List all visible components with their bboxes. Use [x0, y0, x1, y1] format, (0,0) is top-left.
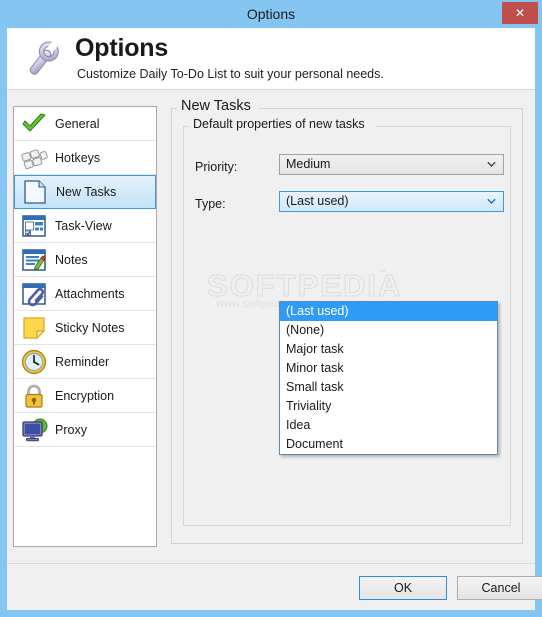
- sidebar-item-label: Task-View: [55, 219, 112, 233]
- dropdown-option[interactable]: Small task: [280, 378, 497, 397]
- dropdown-option[interactable]: Idea: [280, 416, 497, 435]
- padlock-icon: [25, 384, 43, 408]
- dropdown-option[interactable]: Minor task: [280, 359, 497, 378]
- priority-dropdown[interactable]: Medium: [279, 154, 504, 175]
- sidebar-item-notes[interactable]: Notes: [14, 243, 156, 277]
- cancel-button[interactable]: Cancel: [457, 576, 542, 600]
- chevron-down-icon: [487, 161, 496, 168]
- sidebar-item-proxy[interactable]: Proxy: [14, 413, 156, 447]
- type-selected-value: (Last used): [286, 194, 349, 208]
- sidebar-item-label: Reminder: [55, 355, 110, 369]
- sidebar-item-label: General: [55, 117, 100, 131]
- subgroup-border-segment-right: [375, 126, 511, 127]
- dropdown-option[interactable]: Triviality: [280, 397, 497, 416]
- sidebar-item-task-view[interactable]: Task-View: [14, 209, 156, 243]
- options-dialog-window: Options ✕ Options Customize Daily To-Do …: [0, 0, 542, 617]
- dialog-body: General Hotkeys New Tasks Task-View Note…: [7, 90, 535, 563]
- sidebar-item-sticky-notes[interactable]: Sticky Notes: [14, 311, 156, 345]
- type-dropdown[interactable]: (Last used): [279, 191, 504, 212]
- dropdown-option[interactable]: (Last used): [280, 302, 497, 321]
- ok-button[interactable]: OK: [359, 576, 447, 600]
- notes-pencil-icon: [22, 249, 47, 271]
- type-dropdown-list[interactable]: (Last used) (None) Major task Minor task…: [279, 301, 498, 455]
- sidebar-item-attachments[interactable]: Attachments: [14, 277, 156, 311]
- document-page-icon: [24, 180, 46, 204]
- default-properties-group-title: Default properties of new tasks: [189, 117, 369, 131]
- sidebar-item-label: Encryption: [55, 389, 115, 403]
- clock-icon: [21, 349, 47, 375]
- dropdown-option[interactable]: Document: [280, 435, 497, 454]
- sidebar-item-encryption[interactable]: Encryption: [14, 379, 156, 413]
- dialog-footer: OK Cancel: [7, 563, 542, 610]
- page-title: Options: [75, 34, 169, 62]
- wrench-icon: [29, 40, 59, 75]
- sidebar-item-general[interactable]: General: [14, 107, 156, 141]
- keyboard-keys-icon: [21, 149, 48, 170]
- monitor-icon: [22, 418, 48, 442]
- task-list-icon: [22, 215, 46, 237]
- sidebar-item-label: New Tasks: [56, 185, 117, 199]
- type-label: Type:: [195, 197, 226, 211]
- chevron-down-icon: [487, 198, 496, 205]
- priority-selected-value: Medium: [286, 157, 331, 171]
- sidebar-item-label: Proxy: [55, 423, 87, 437]
- paperclip-icon: [22, 283, 46, 307]
- priority-label: Priority:: [195, 160, 238, 174]
- group-border-segment-right: [259, 108, 523, 109]
- sidebar-item-label: Attachments: [55, 287, 125, 301]
- window-title: Options: [246, 6, 296, 22]
- sidebar-item-label: Notes: [55, 253, 88, 267]
- title-bar: Options ✕: [0, 0, 542, 28]
- dialog-header: Options Customize Daily To-Do List to su…: [7, 28, 535, 90]
- green-check-icon: [22, 113, 46, 132]
- sidebar-item-label: Hotkeys: [55, 151, 101, 165]
- sidebar-item-hotkeys[interactable]: Hotkeys: [14, 141, 156, 175]
- sticky-note-icon: [23, 317, 46, 340]
- new-tasks-group-title: New Tasks: [177, 98, 255, 114]
- close-icon[interactable]: ✕: [502, 2, 538, 24]
- dropdown-option[interactable]: Major task: [280, 340, 497, 359]
- sidebar-item-new-tasks[interactable]: New Tasks: [14, 175, 156, 209]
- page-subtitle: Customize Daily To-Do List to suit your …: [77, 67, 384, 81]
- settings-category-list[interactable]: General Hotkeys New Tasks Task-View Note…: [13, 106, 157, 547]
- sidebar-item-label: Sticky Notes: [55, 321, 125, 335]
- sidebar-item-reminder[interactable]: Reminder: [14, 345, 156, 379]
- dropdown-option[interactable]: (None): [280, 321, 497, 340]
